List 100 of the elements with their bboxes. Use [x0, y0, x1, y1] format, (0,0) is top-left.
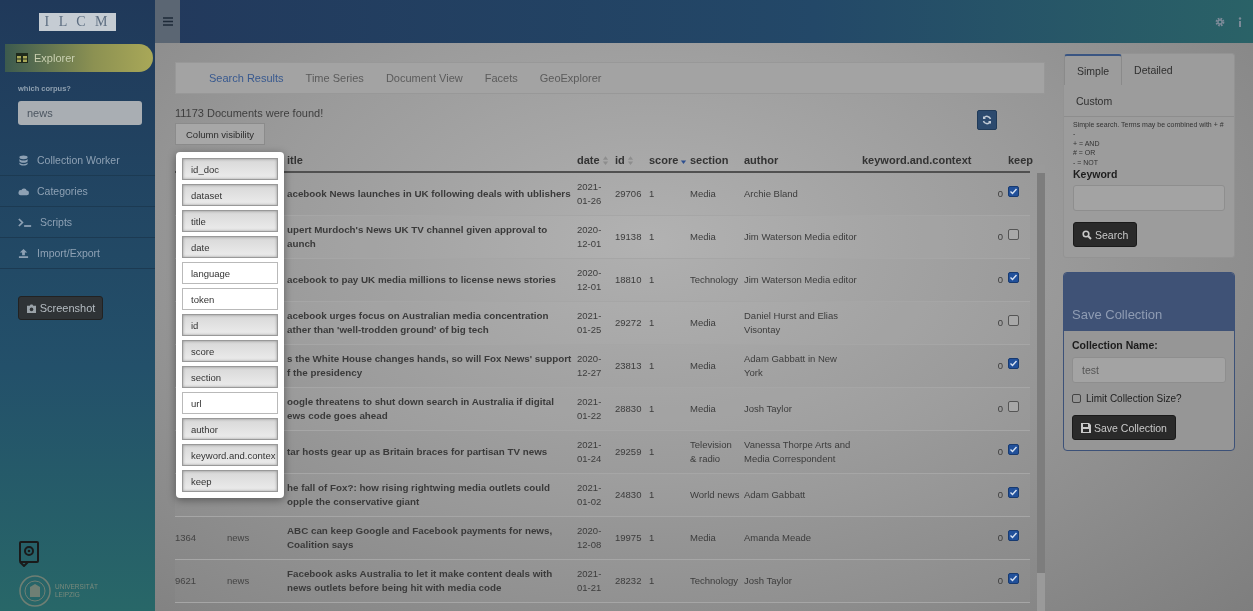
tab[interactable]: Search Results	[198, 72, 295, 84]
column-toggle[interactable]: section	[182, 366, 278, 388]
tab[interactable]: Custom	[1064, 85, 1125, 116]
checkbox[interactable]	[1008, 444, 1019, 456]
table-cell: Amanda Meade	[744, 532, 812, 544]
column-header[interactable]: keep	[1008, 154, 1034, 166]
table-cell: World news	[690, 489, 740, 501]
checkbox[interactable]	[1008, 272, 1019, 284]
checkbox[interactable]	[1008, 401, 1019, 413]
checkbox[interactable]	[1008, 530, 1019, 542]
table-cell: Josh Taylor	[744, 403, 792, 415]
result-count: 11173 Documents were found!	[175, 107, 324, 119]
column-header[interactable]: keyword.and.context	[862, 154, 972, 166]
column-toggle[interactable]: id_doc	[182, 158, 278, 180]
table-cell: news	[227, 532, 250, 544]
column-toggle[interactable]: author	[182, 418, 278, 440]
column-toggle[interactable]: date	[182, 236, 278, 258]
table-cell: Adam Gabbatt	[744, 489, 806, 501]
table-cell: 2021-01-24	[577, 439, 602, 464]
table-icon	[16, 53, 28, 63]
refresh-button[interactable]	[977, 110, 997, 130]
checkbox[interactable]	[1008, 229, 1019, 241]
screenshot-button[interactable]: Screenshot	[18, 296, 103, 320]
book-gear-icon	[19, 541, 39, 567]
column-header[interactable]: id	[615, 154, 634, 166]
table-cell: 2021-01-22	[577, 396, 602, 421]
column-header[interactable]: section	[690, 154, 729, 166]
column-toggle[interactable]: score	[182, 340, 278, 362]
table-cell: Daniel Hurst and Elias Visontay	[744, 310, 838, 335]
table-cell: 0	[997, 231, 1003, 243]
table-cell: 1	[649, 403, 655, 415]
table-cell: 2021-01-25	[577, 310, 602, 335]
column-toggle[interactable]: dataset	[182, 184, 278, 206]
table-cell: 0	[997, 188, 1003, 200]
table-cell: 19975	[615, 532, 642, 544]
table-cell: 24830	[615, 489, 642, 501]
collection-name-field[interactable]: test	[1072, 357, 1226, 384]
column-visibility-button[interactable]: Column visibility	[175, 123, 266, 145]
table-cell: 29706	[615, 188, 642, 200]
checkbox[interactable]	[1008, 315, 1019, 327]
table-cell: acebook urges focus on Australian media concentration ather than 'well-trodden ground' of big tech	[287, 309, 549, 335]
table-cell: 0	[997, 575, 1003, 587]
table-cell: Technology	[690, 575, 739, 587]
table-cell: oogle threatens to shut down search in Australia if digital ews code goes ahead	[287, 395, 554, 421]
column-header[interactable]: author	[744, 154, 779, 166]
table-cell: acebook News launches in UK following deals with ublishers	[287, 187, 571, 199]
column-toggle[interactable]: url	[182, 392, 278, 414]
table-cell: acebook to pay UK media millions to license news stories	[287, 273, 556, 285]
column-header[interactable]: itle	[287, 154, 303, 166]
table-cell: Archie Bland	[744, 188, 798, 200]
table-cell: 0	[997, 532, 1003, 544]
table-cell: Media	[690, 231, 716, 243]
table-cell: he fall of Fox?: how rising rightwing media outlets could opple the conservative giant	[287, 481, 550, 507]
column-toggle[interactable]: keyword.and.contex	[182, 444, 278, 466]
column-toggle[interactable]: title	[182, 210, 278, 232]
table-cell: 1	[649, 575, 655, 587]
checkbox[interactable]	[1008, 358, 1019, 370]
tab[interactable]: Time Series	[294, 72, 375, 84]
tab[interactable]: Document View	[374, 72, 474, 84]
table-cell: 1	[649, 489, 655, 501]
tab[interactable]: Detailed	[1122, 54, 1185, 85]
table-cell: Television & radio	[690, 439, 732, 464]
column-toggle[interactable]: id	[182, 314, 278, 336]
table-cell: Technology	[690, 274, 739, 286]
table-cell: 28830	[615, 403, 642, 415]
refresh-icon	[982, 115, 992, 125]
checkbox[interactable]	[1008, 487, 1019, 499]
column-header[interactable]: date	[577, 154, 609, 166]
settings-icon[interactable]	[1215, 16, 1225, 27]
table-cell: 23813	[615, 360, 642, 372]
checkbox-label: Limit Collection Size?	[1086, 393, 1182, 405]
sidebar-item[interactable]: Explorer	[5, 44, 153, 72]
corpus-field[interactable]: news	[18, 101, 142, 125]
terminal-icon	[18, 216, 32, 228]
table-cell: Media	[690, 532, 716, 544]
table-cell: 1364	[175, 532, 197, 544]
tab[interactable]: GeoExplorer	[528, 72, 613, 84]
tab[interactable]: Facets	[473, 72, 529, 84]
checkbox[interactable]	[1008, 573, 1019, 585]
save-icon	[1081, 422, 1091, 433]
save-collection-button[interactable]: Save Collection	[1072, 415, 1176, 441]
column-toggle[interactable]: keep	[182, 470, 278, 492]
tab[interactable]: Simple	[1064, 54, 1123, 85]
cloud-icon	[18, 185, 29, 197]
table-cell: 29259	[615, 446, 642, 458]
checkbox[interactable]	[1072, 394, 1081, 404]
column-toggle[interactable]: token	[182, 288, 278, 310]
search-button[interactable]: Search	[1073, 222, 1138, 248]
column-header[interactable]: score	[649, 154, 688, 166]
table-cell: Media	[690, 317, 716, 329]
table-cell: upert Murdoch's News UK TV channel given approval to aunch	[287, 223, 548, 249]
checkbox[interactable]	[1008, 186, 1019, 198]
column-toggle[interactable]: language	[182, 262, 278, 284]
table-cell: Media	[690, 188, 716, 200]
table-cell: 0	[997, 403, 1003, 415]
table-cell: 0	[997, 360, 1003, 372]
table-cell: 2020-12-01	[577, 224, 602, 249]
upload-icon	[18, 247, 29, 259]
table-cell: Jim Waterson Media editor	[744, 274, 857, 286]
menu-icon[interactable]	[155, 0, 180, 43]
